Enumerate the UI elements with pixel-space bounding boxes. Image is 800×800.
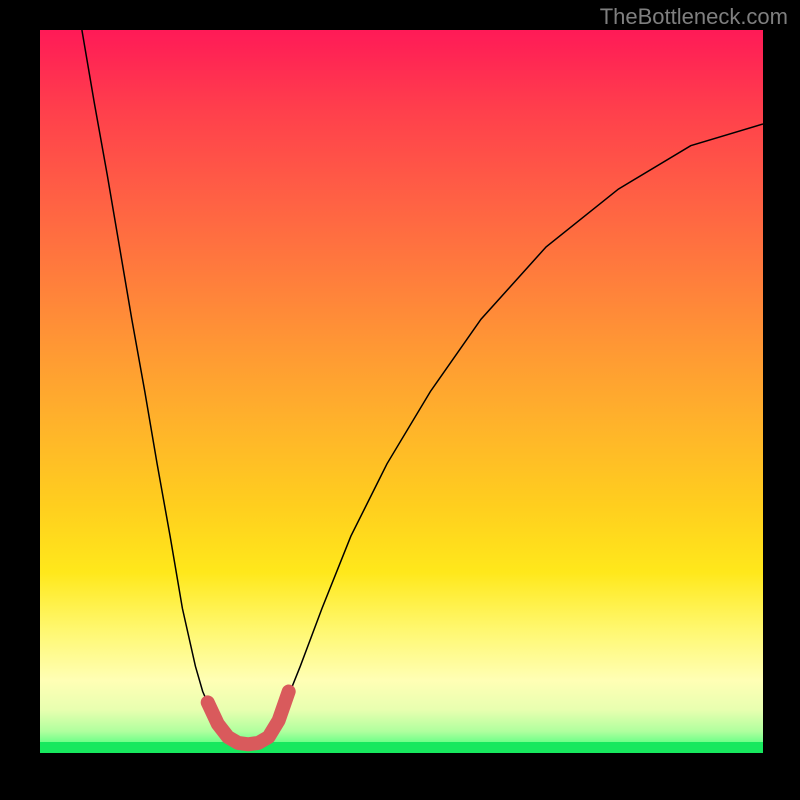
watermark-text: TheBottleneck.com <box>600 4 788 30</box>
plot-area <box>40 30 763 753</box>
right-branch-curve <box>247 124 763 745</box>
highlight-curve <box>208 692 289 745</box>
left-branch-curve <box>82 30 247 745</box>
curve-svg <box>40 30 763 753</box>
chart-stage: TheBottleneck.com <box>0 0 800 800</box>
